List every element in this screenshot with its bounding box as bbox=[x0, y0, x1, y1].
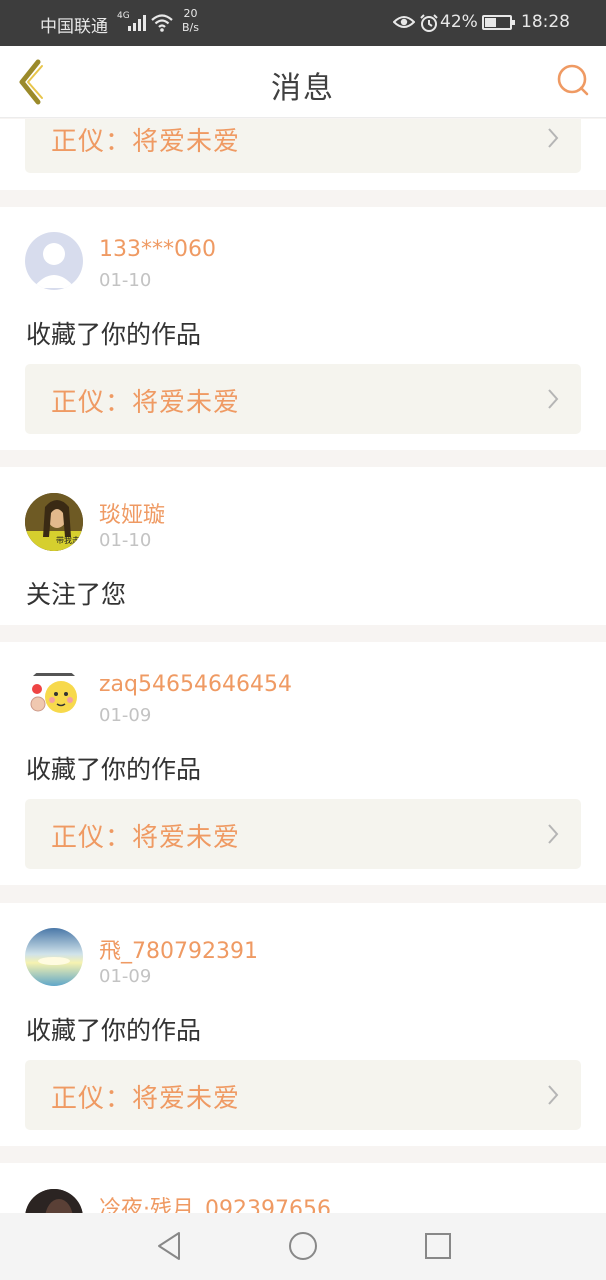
photo-avatar-icon bbox=[25, 1189, 83, 1213]
work-title: 正仪：将爱未爱 bbox=[51, 1084, 241, 1114]
sky-avatar-icon bbox=[25, 928, 83, 986]
navigation-bar bbox=[0, 1213, 606, 1280]
network-speed: 20 B/s bbox=[182, 7, 199, 35]
username[interactable]: 琰娅璇 bbox=[99, 497, 165, 529]
work-link[interactable]: 正仪：将爱未爱 bbox=[25, 364, 581, 434]
username[interactable]: zaq54654646454 bbox=[99, 672, 292, 697]
status-bar: 中国联通 4G 20 B/s 42% 18:28 bbox=[0, 0, 606, 46]
date: 01-10 bbox=[99, 530, 152, 551]
username[interactable]: 133***060 bbox=[99, 237, 216, 262]
search-button[interactable] bbox=[556, 63, 592, 99]
chevron-right-icon bbox=[548, 824, 559, 844]
circle-home-icon[interactable] bbox=[287, 1229, 319, 1263]
notification-card: zaq54654646454 01-09 收藏了你的作品 正仪：将爱未爱 bbox=[0, 642, 606, 885]
default-user-avatar-icon bbox=[33, 243, 75, 288]
username[interactable]: 冷夜·残月_092397656 bbox=[99, 1191, 331, 1213]
work-link[interactable]: 正仪：将爱未爱 bbox=[25, 119, 581, 173]
chevron-right-icon bbox=[548, 128, 559, 148]
photo-avatar-icon: 带我走 bbox=[25, 493, 83, 551]
battery-icon bbox=[482, 15, 515, 30]
notification-card: 正仪：将爱未爱 bbox=[0, 119, 606, 190]
action-text: 收藏了你的作品 bbox=[26, 320, 202, 349]
signal-icon bbox=[128, 15, 146, 31]
date: 01-09 bbox=[99, 705, 152, 726]
action-text: 收藏了你的作品 bbox=[26, 1016, 202, 1045]
header: 消息 bbox=[0, 46, 606, 118]
work-title: 正仪：将爱未爱 bbox=[51, 127, 241, 157]
notification-card: 带我走 琰娅璇 01-10 关注了您 bbox=[0, 467, 606, 625]
emoji-avatar-icon bbox=[30, 673, 77, 713]
battery-level bbox=[485, 18, 496, 27]
date: 01-10 bbox=[99, 270, 152, 291]
message-list[interactable]: 正仪：将爱未爱 133***060 01-10 收藏了你的作品 正仪：将爱未爱 bbox=[0, 119, 606, 1213]
username[interactable]: 飛_780792391 bbox=[99, 933, 258, 965]
avatar[interactable] bbox=[25, 928, 83, 986]
work-title: 正仪：将爱未爱 bbox=[51, 388, 241, 418]
chevron-right-icon bbox=[548, 1085, 559, 1105]
wifi-icon bbox=[151, 14, 173, 32]
avatar[interactable] bbox=[25, 1189, 83, 1213]
action-text: 收藏了你的作品 bbox=[26, 755, 202, 784]
clock: 18:28 bbox=[521, 12, 570, 32]
carrier-name: 中国联通 bbox=[40, 17, 108, 37]
avatar[interactable]: 带我走 bbox=[25, 493, 83, 551]
avatar-caption: 带我走 bbox=[56, 535, 80, 545]
chevron-right-icon bbox=[548, 389, 559, 409]
alarm-icon bbox=[420, 14, 438, 32]
triangle-back-icon[interactable] bbox=[155, 1229, 183, 1263]
date: 01-09 bbox=[99, 966, 152, 987]
notification-card: 飛_780792391 01-09 收藏了你的作品 正仪：将爱未爱 bbox=[0, 903, 606, 1146]
battery-percent: 42% bbox=[440, 12, 478, 32]
search-icon bbox=[557, 64, 589, 96]
work-link[interactable]: 正仪：将爱未爱 bbox=[25, 1060, 581, 1130]
eye-comfort-icon bbox=[393, 16, 415, 28]
action-text: 关注了您 bbox=[26, 580, 127, 609]
avatar[interactable] bbox=[25, 232, 83, 290]
page-title: 消息 bbox=[271, 71, 335, 106]
notification-card: 冷夜·残月_092397656 bbox=[0, 1163, 606, 1213]
notification-card: 133***060 01-10 收藏了你的作品 正仪：将爱未爱 bbox=[0, 207, 606, 450]
square-recents-icon[interactable] bbox=[423, 1229, 453, 1263]
work-title: 正仪：将爱未爱 bbox=[51, 823, 241, 853]
speed-value: 20 bbox=[183, 7, 198, 20]
avatar[interactable] bbox=[25, 667, 83, 725]
work-link[interactable]: 正仪：将爱未爱 bbox=[25, 799, 581, 869]
speed-unit: B/s bbox=[182, 21, 199, 34]
